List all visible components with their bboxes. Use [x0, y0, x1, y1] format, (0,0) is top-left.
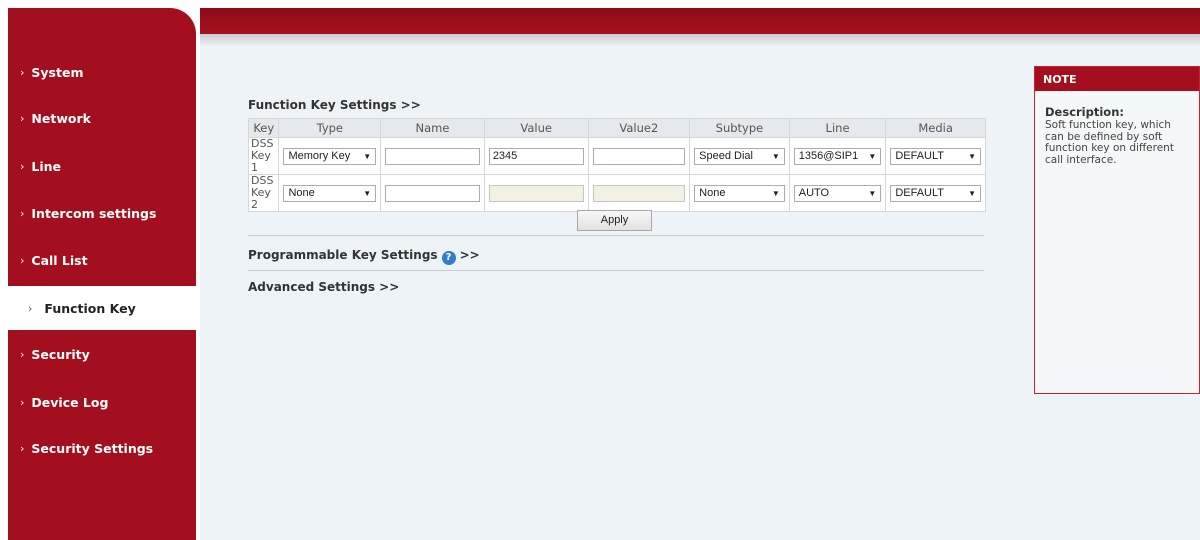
note-panel: NOTE Description: Soft function key, whi…	[1034, 66, 1200, 394]
dropdown-arrow-icon: ▼	[968, 151, 976, 161]
sidebar-item-intercom-settings[interactable]: › Intercom settings	[8, 193, 196, 233]
type-select[interactable]: Memory Key ▼	[283, 147, 377, 165]
sidebar-item-call-list[interactable]: › Call List	[8, 240, 196, 280]
chevron-right-icon: ›	[20, 395, 25, 409]
header-shadow	[200, 34, 1200, 46]
key-label: DSS Key 1	[247, 137, 280, 175]
name-input[interactable]	[385, 184, 480, 202]
programmable-expand: >>	[459, 248, 480, 262]
column-header-value: Value	[483, 118, 589, 138]
key-label: DSS Key 2	[247, 174, 280, 212]
sidebar: › System › Network › Line › Intercom setting…	[8, 8, 196, 540]
column-header-media: Media	[885, 118, 986, 138]
advanced-settings-title[interactable]: Advanced Settings >>	[248, 280, 399, 294]
table-row: DSS Key 2 None ▼ None ▼ AUTO ▼ DEFAULT ▼	[247, 174, 986, 212]
table-header-row: Key Type Name Value Value2 Subtype Line …	[247, 118, 986, 138]
value2-input	[592, 184, 686, 202]
note-header: NOTE	[1035, 67, 1199, 91]
table-row: DSS Key 1 Memory Key ▼ 2345 Speed Dial ▼ 1…	[247, 137, 986, 175]
sidebar-item-network[interactable]: › Network	[8, 98, 196, 138]
column-header-key: Key	[247, 118, 280, 138]
chevron-right-icon: ›	[20, 441, 25, 455]
subtype-select[interactable]: None ▼	[694, 184, 785, 202]
value-input	[488, 184, 584, 202]
divider	[248, 235, 984, 236]
chevron-right-icon: ›	[20, 347, 25, 361]
chevron-right-icon: ›	[20, 111, 25, 125]
sidebar-item-label: Line	[31, 158, 62, 174]
divider	[248, 270, 984, 271]
type-select[interactable]: None ▼	[283, 184, 377, 202]
sidebar-item-label: Security	[31, 346, 90, 362]
sidebar-item-function-key[interactable]: › Function Key	[8, 286, 196, 330]
sidebar-item-label: System	[31, 64, 84, 80]
value-input[interactable]: 2345	[488, 147, 584, 165]
subtype-select[interactable]: Speed Dial ▼	[694, 147, 785, 165]
dropdown-arrow-icon: ▼	[771, 188, 780, 198]
sidebar-item-label: Call List	[31, 252, 88, 268]
name-input[interactable]	[385, 147, 480, 165]
chevron-right-icon: ›	[20, 253, 25, 267]
sidebar-item-device-log[interactable]: › Device Log	[8, 382, 196, 422]
dropdown-arrow-icon: ▼	[771, 151, 780, 161]
dropdown-arrow-icon: ▼	[363, 188, 372, 198]
dropdown-arrow-icon: ▼	[868, 151, 877, 161]
dropdown-arrow-icon: ▼	[968, 188, 976, 198]
sidebar-item-label: Function Key	[44, 300, 136, 316]
media-select[interactable]: DEFAULT ▼	[890, 147, 981, 165]
column-header-subtype: Subtype	[689, 118, 790, 138]
sidebar-item-security-settings[interactable]: › Security Settings	[8, 428, 196, 468]
note-body: Soft function key, which can be defined …	[1045, 119, 1174, 166]
column-header-value2: Value2	[587, 118, 691, 138]
dropdown-arrow-icon: ▼	[363, 151, 372, 161]
chevron-right-icon: ›	[20, 159, 25, 173]
function-key-table: Key Type Name Value Value2 Subtype Line …	[247, 118, 986, 212]
sidebar-item-label: Device Log	[31, 394, 109, 410]
help-icon[interactable]: ?	[441, 251, 456, 265]
value2-input[interactable]	[592, 147, 686, 165]
column-header-type: Type	[278, 118, 382, 138]
sidebar-item-line[interactable]: › Line	[8, 146, 196, 186]
chevron-right-icon: ›	[20, 206, 25, 220]
function-key-settings-title[interactable]: Function Key Settings >>	[248, 98, 421, 112]
apply-button[interactable]: Apply	[577, 210, 652, 231]
line-select[interactable]: AUTO ▼	[793, 184, 882, 202]
chevron-right-icon: ›	[20, 65, 25, 79]
dropdown-arrow-icon: ▼	[868, 188, 877, 198]
chevron-right-icon: ›	[28, 301, 33, 315]
programmable-key-settings-title[interactable]: Programmable Key Settings? >>	[248, 248, 480, 265]
sidebar-item-label: Security Settings	[31, 440, 154, 456]
sidebar-item-label: Network	[31, 110, 91, 126]
sidebar-item-security[interactable]: › Security	[8, 334, 196, 374]
column-header-line: Line	[788, 118, 887, 138]
note-title: Description:	[1045, 105, 1124, 119]
line-select[interactable]: 1356@SIP1 ▼	[793, 147, 882, 165]
column-header-name: Name	[380, 118, 485, 138]
sidebar-item-label: Intercom settings	[31, 205, 157, 221]
header-bar	[200, 8, 1200, 34]
sidebar-item-system[interactable]: › System	[8, 52, 196, 92]
media-select[interactable]: DEFAULT ▼	[890, 184, 981, 202]
programmable-key-settings-label: Programmable Key Settings	[248, 248, 438, 262]
